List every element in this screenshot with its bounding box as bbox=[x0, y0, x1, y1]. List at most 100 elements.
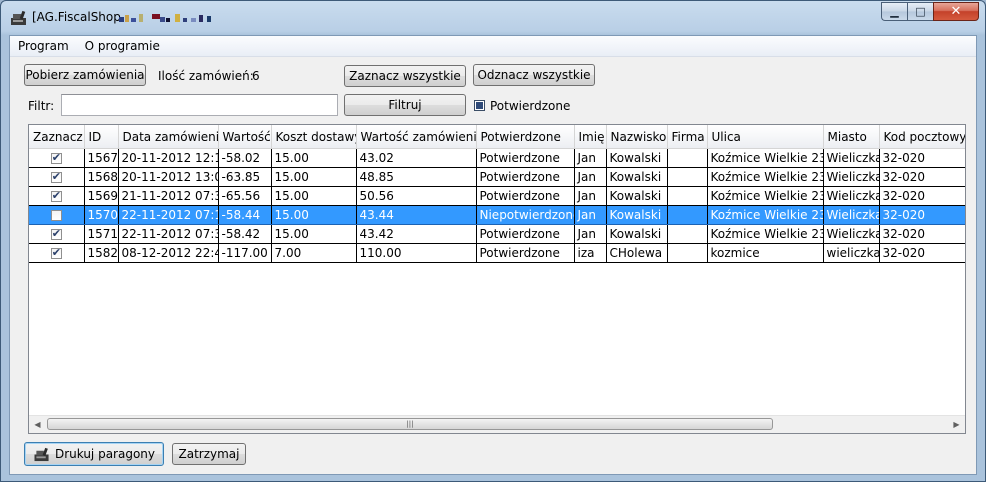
cell-company bbox=[667, 243, 708, 263]
client-area: Program O programie Pobierz zamówienia I… bbox=[9, 35, 977, 475]
cell-street: Koźmice Wielkie 234 bbox=[707, 186, 824, 206]
column-header-id[interactable]: ID bbox=[84, 125, 119, 149]
maximize-button[interactable]: □ bbox=[907, 2, 933, 21]
row-select-checkbox[interactable] bbox=[50, 210, 62, 221]
cell-last-name: Kowalski bbox=[606, 167, 668, 187]
column-header-city[interactable]: Miasto bbox=[823, 125, 880, 149]
table-row[interactable]: 157122-11-2012 07:31-58.4215.0043.42Potw… bbox=[29, 224, 965, 244]
cell-company bbox=[667, 167, 708, 187]
column-header-shipping[interactable]: Koszt dostawy bbox=[271, 125, 357, 149]
column-header-street[interactable]: Ulica bbox=[707, 125, 824, 149]
cell-street: Koźmice Wielkie 234 bbox=[707, 167, 824, 187]
cell-first-name: Jan bbox=[574, 205, 607, 225]
menu-program[interactable]: Program bbox=[10, 36, 77, 56]
row-select-checkbox[interactable] bbox=[50, 151, 62, 165]
column-header-date[interactable]: Data zamówienia bbox=[118, 125, 219, 149]
select-all-button[interactable]: Zaznacz wszystkie bbox=[344, 65, 466, 87]
cell-id: 1582 bbox=[84, 243, 119, 263]
cell-value: -58.44 bbox=[218, 205, 272, 225]
cell-zip: 32-020 bbox=[879, 186, 965, 206]
column-header-zip[interactable]: Kod pocztowy bbox=[879, 125, 965, 149]
cell-company bbox=[667, 205, 708, 225]
cell-confirmed: Potwierdzone bbox=[476, 243, 575, 263]
close-button[interactable]: ✕ bbox=[933, 2, 979, 21]
row-select-checkbox[interactable] bbox=[50, 227, 62, 241]
confirmed-checkbox-label: Potwierdzone bbox=[490, 99, 571, 113]
cell-value: -117.00 bbox=[218, 243, 272, 263]
cell-id: 1568 bbox=[84, 167, 119, 187]
cell-first-name: iza bbox=[574, 243, 607, 263]
confirmed-checkbox[interactable] bbox=[474, 100, 485, 111]
cell-value: -58.02 bbox=[218, 148, 272, 168]
column-header-last-name[interactable]: Nazwisko bbox=[606, 125, 668, 149]
cell-first-name: Jan bbox=[574, 167, 607, 187]
window-controls: ▁ □ ✕ bbox=[881, 2, 979, 22]
fetch-orders-button[interactable]: Pobierz zamówienia bbox=[24, 64, 146, 86]
table-row[interactable]: 156820-11-2012 13:07-63.8515.0048.85Potw… bbox=[29, 167, 965, 187]
cell-order-value: 43.42 bbox=[356, 224, 477, 244]
title-bar[interactable]: [AG.FiscalShop. ▁ □ ✕ bbox=[1, 1, 985, 35]
table-row[interactable]: 156720-11-2012 12:13-58.0215.0043.02Potw… bbox=[29, 148, 965, 168]
column-header-value[interactable]: Wartość bbox=[218, 125, 272, 149]
cell-value: -58.42 bbox=[218, 224, 272, 244]
column-header-select[interactable]: Zaznacz bbox=[29, 125, 85, 149]
cell-first-name: Jan bbox=[574, 186, 607, 206]
column-header-order-value[interactable]: Wartość zamówienia bbox=[356, 125, 477, 149]
cell-last-name: Kowalski bbox=[606, 224, 668, 244]
cell-shipping: 15.00 bbox=[271, 167, 357, 187]
stop-button[interactable]: Zatrzymaj bbox=[172, 443, 246, 465]
table-row[interactable]: 157022-11-2012 07:16-58.4415.0043.44Niep… bbox=[29, 205, 965, 225]
cell-id: 1570 bbox=[84, 205, 119, 225]
cell-order-value: 50.56 bbox=[356, 186, 477, 206]
row-select-checkbox[interactable] bbox=[50, 189, 62, 203]
window-title: [AG.FiscalShop. bbox=[32, 10, 125, 24]
order-count-value: 6 bbox=[252, 69, 260, 83]
cash-register-icon bbox=[11, 10, 26, 25]
minimize-button[interactable]: ▁ bbox=[881, 2, 907, 21]
table-row[interactable]: 156921-11-2012 07:31-65.5615.0050.56Potw… bbox=[29, 186, 965, 206]
cell-select bbox=[29, 205, 85, 225]
scroll-right-arrow-icon[interactable]: ▶ bbox=[948, 416, 965, 433]
column-header-company[interactable]: Firma bbox=[667, 125, 708, 149]
cell-select bbox=[29, 224, 85, 244]
cell-select bbox=[29, 186, 85, 206]
filter-label: Filtr: bbox=[28, 99, 55, 113]
row-select-checkbox[interactable] bbox=[50, 246, 62, 260]
cell-order-value: 43.44 bbox=[356, 205, 477, 225]
cell-confirmed: Potwierdzone bbox=[476, 167, 575, 187]
cell-confirmed: Niepotwierdzone bbox=[476, 205, 575, 225]
column-header-first-name[interactable]: Imię bbox=[574, 125, 607, 149]
cell-city: Wieliczka bbox=[823, 224, 880, 244]
scroll-thumb[interactable]: ||| bbox=[47, 418, 773, 430]
cell-first-name: Jan bbox=[574, 148, 607, 168]
cell-city: Wieliczka bbox=[823, 148, 880, 168]
row-select-checkbox[interactable] bbox=[50, 170, 62, 184]
filter-input[interactable] bbox=[61, 94, 338, 116]
cell-date: 20-11-2012 13:07 bbox=[118, 167, 219, 187]
cell-order-value: 48.85 bbox=[356, 167, 477, 187]
filter-button[interactable]: Filtruj bbox=[344, 94, 466, 116]
cell-confirmed: Potwierdzone bbox=[476, 186, 575, 206]
cell-date: 22-11-2012 07:31 bbox=[118, 224, 219, 244]
cell-company bbox=[667, 186, 708, 206]
cell-shipping: 7.00 bbox=[271, 243, 357, 263]
cell-last-name: Kowalski bbox=[606, 205, 668, 225]
menu-about[interactable]: O programie bbox=[77, 36, 168, 56]
orders-grid: Zaznacz ID Data zamówienia Wartość Koszt… bbox=[28, 124, 966, 434]
order-count-label: Ilość zamówień: bbox=[158, 69, 254, 83]
table-row[interactable]: 158208-12-2012 22:48-117.007.00110.00Pot… bbox=[29, 243, 965, 263]
deselect-all-button[interactable]: Odznacz wszystkie bbox=[473, 64, 595, 86]
main-window: [AG.FiscalShop. ▁ □ ✕ Program O programi… bbox=[0, 0, 986, 482]
scroll-left-arrow-icon[interactable]: ◀ bbox=[29, 416, 46, 433]
scroll-grip-icon: ||| bbox=[406, 420, 414, 428]
cell-city: Wieliczka bbox=[823, 186, 880, 206]
orders-table: Zaznacz ID Data zamówienia Wartość Koszt… bbox=[29, 125, 965, 263]
horizontal-scrollbar[interactable]: ◀ ||| ▶ bbox=[29, 415, 965, 433]
cell-order-value: 110.00 bbox=[356, 243, 477, 263]
cell-company bbox=[667, 224, 708, 244]
column-header-confirmed[interactable]: Potwierdzone bbox=[476, 125, 575, 149]
cell-id: 1567 bbox=[84, 148, 119, 168]
cell-last-name: Kowalski bbox=[606, 186, 668, 206]
print-receipts-button[interactable]: Drukuj paragony bbox=[24, 442, 164, 466]
cell-zip: 32-020 bbox=[879, 148, 965, 168]
